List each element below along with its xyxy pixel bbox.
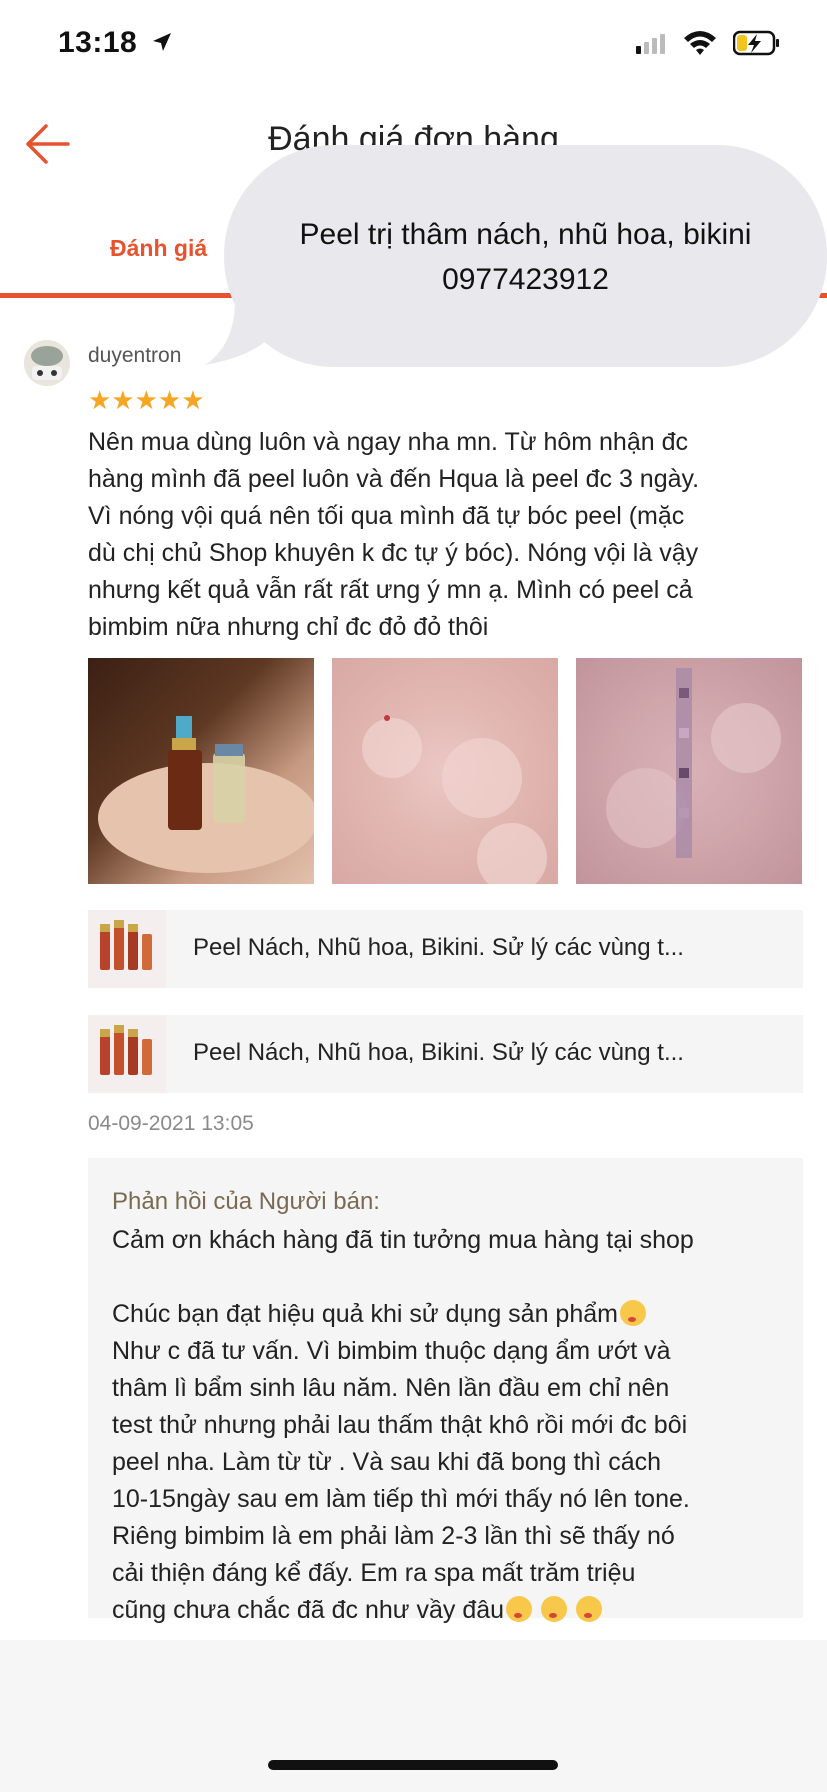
star-rating: ★★★★★ [88, 385, 206, 416]
avatar[interactable] [24, 340, 70, 386]
review-line: Vì nóng vội quá nên tối qua mình đã tự b… [88, 502, 685, 530]
product-thumbnail [88, 1015, 166, 1093]
overlay-bubble-text: Peel trị thâm nách, nhũ hoa, bikini 0977… [224, 212, 827, 302]
overlay-line: Peel trị thâm nách, nhũ hoa, bikini [299, 218, 752, 251]
review-photo-after[interactable] [576, 658, 802, 884]
seller-line: 10-15ngày sau em làm tiếp thì mới thấy n… [112, 1485, 690, 1513]
seller-line: thâm lì bẩm sinh lâu năm. Nên lần đầu em… [112, 1374, 670, 1402]
seller-reply-label: Phản hồi của Người bán: [112, 1188, 380, 1215]
review-line: hàng mình đã peel luôn và đến Hqua là pe… [88, 465, 700, 493]
wifi-icon [684, 31, 716, 55]
reviewer-username[interactable]: duyentron [88, 344, 181, 368]
kiss-emoji [575, 1596, 602, 1622]
smiling-face-hearts-emoji [619, 1300, 646, 1326]
seller-line: Như c đã tư vấn. Vì bimbim thuộc dạng ẩm… [112, 1337, 671, 1365]
home-indicator[interactable] [268, 1760, 558, 1770]
kiss-emoji [541, 1596, 568, 1622]
overlay-phone: 0977423912 [442, 263, 609, 296]
seller-line: cũng chưa chắc đã đc như vầy đâu [112, 1592, 802, 1629]
seller-line: cải thiện đáng kể đấy. Em ra spa mất tră… [112, 1559, 636, 1587]
star-rating-stars: ★★★★★ [88, 385, 205, 415]
product-row[interactable]: Peel Nách, Nhũ hoa, Bikini. Sử lý các vù… [88, 910, 803, 988]
location-arrow-icon [153, 33, 171, 51]
review-photo-before[interactable] [332, 658, 558, 884]
status-time: 13:18 [58, 26, 138, 59]
review-line: Nên mua dùng luôn và ngay nha mn. Từ hôm… [88, 428, 688, 456]
seller-line: Riêng bimbim là em phải làm 2-3 lần thì … [112, 1522, 675, 1550]
seller-line: Chúc bạn đạt hiệu quả khi sử dụng sản ph… [112, 1296, 802, 1333]
product-name: Peel Nách, Nhũ hoa, Bikini. Sử lý các vù… [193, 1039, 684, 1066]
seller-line: test thử nhưng phải lau thấm thật khô rồ… [112, 1411, 688, 1439]
review-line: bimbim nữa nhưng chỉ đc đỏ đỏ thôi [88, 613, 489, 641]
review-photo-product[interactable] [88, 658, 314, 884]
product-thumbnail [88, 910, 166, 988]
seller-line: Cảm ơn khách hàng đã tin tưởng mua hàng … [112, 1226, 694, 1254]
battery-charging-icon [733, 30, 779, 56]
signal-strength-icon [636, 34, 668, 54]
tab-review[interactable]: Đánh giá [110, 235, 207, 262]
seller-line [112, 1259, 802, 1296]
seller-line: peel nha. Làm từ từ . Và sau khi đã bong… [112, 1448, 662, 1476]
review-date: 04-09-2021 13:05 [88, 1112, 254, 1135]
seller-reply-text: Cảm ơn khách hàng đã tin tưởng mua hàng … [112, 1222, 802, 1629]
kiss-emoji [506, 1596, 533, 1622]
product-row[interactable]: Peel Nách, Nhũ hoa, Bikini. Sử lý các vù… [88, 1015, 803, 1093]
review-line: nhưng kết quả vẫn rất rất ưng ý mn ạ. Mì… [88, 576, 693, 604]
product-name: Peel Nách, Nhũ hoa, Bikini. Sử lý các vù… [193, 934, 684, 961]
review-text: Nên mua dùng luôn và ngay nha mn. Từ hôm… [88, 424, 813, 646]
review-line: dù chị chủ Shop khuyên k đc tự ý bóc). N… [88, 539, 699, 567]
